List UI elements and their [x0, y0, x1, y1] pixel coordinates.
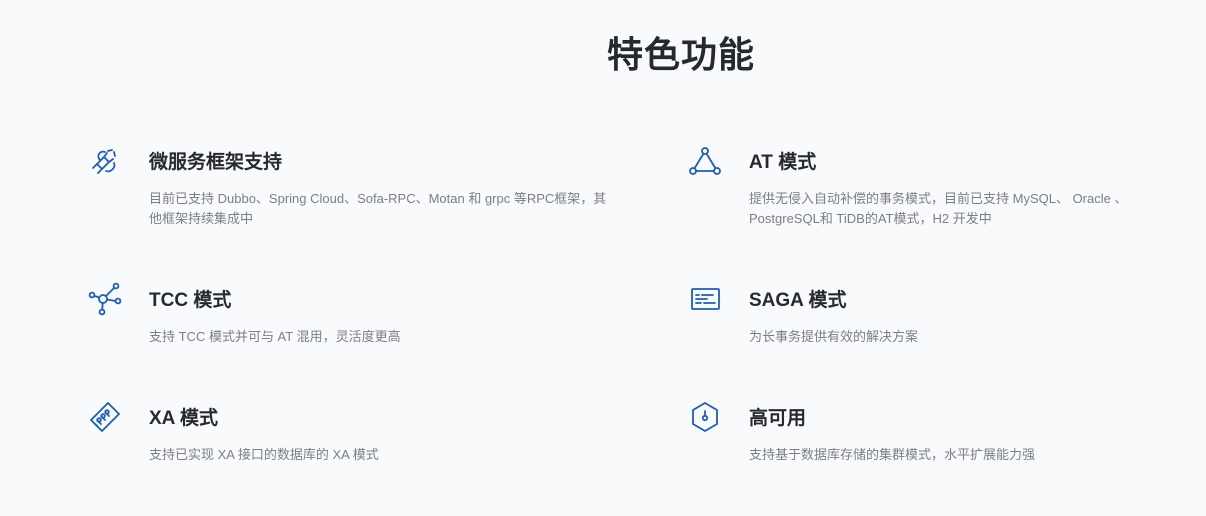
feature-title: TCC 模式: [149, 290, 232, 311]
plug-icon: [88, 144, 122, 178]
window-list-icon: [688, 282, 722, 316]
triangle-nodes-icon: [688, 144, 722, 178]
feature-title: SAGA 模式: [749, 290, 847, 311]
section-title: 特色功能: [606, 34, 755, 75]
feature-title: XA 模式: [149, 408, 218, 429]
feature-title: 高可用: [749, 408, 807, 429]
feature-description: 提供无侵入自动补偿的事务模式，目前已支持 MySQL、 Oracle 、Post…: [749, 191, 1128, 226]
feature-description: 支持已实现 XA 接口的数据库的 XA 模式: [149, 447, 379, 462]
network-nodes-icon: [88, 282, 122, 316]
feature-description: 为长事务提供有效的解决方案: [749, 329, 919, 344]
feature-description: 支持基于数据库存储的集群模式，水平扩展能力强: [749, 447, 1036, 462]
hexagon-icon: [688, 400, 722, 434]
feature-title: 微服务框架支持: [149, 152, 283, 173]
feature-title: AT 模式: [749, 152, 817, 173]
feature-description: 目前已支持 Dubbo、Spring Cloud、Sofa-RPC、Motan …: [149, 191, 607, 226]
memory-chip-icon: [88, 400, 122, 434]
feature-description: 支持 TCC 模式并可与 AT 混用，灵活度更高: [149, 329, 401, 344]
